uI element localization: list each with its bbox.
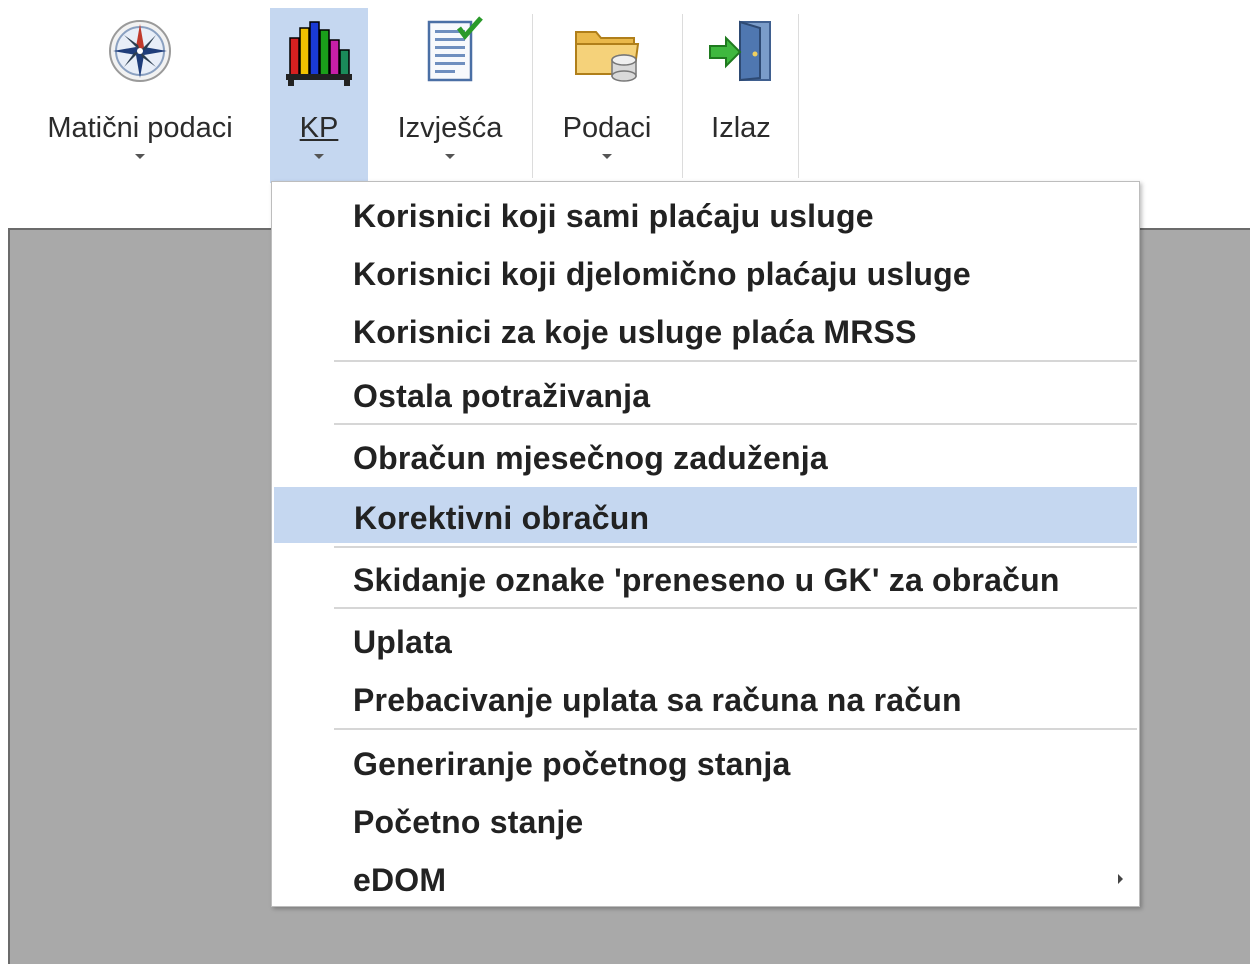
izvjesca-label: Izvješća	[397, 112, 503, 144]
menu-item-label: Korisnici koji djelomično plaćaju usluge	[353, 256, 971, 292]
menu-item-ostala-potrazivanja[interactable]: Ostala potraživanja	[274, 366, 1137, 422]
menu-separator	[334, 728, 1137, 730]
ribbon-separator	[682, 14, 683, 178]
menu-item-korisnici-djelomicno[interactable]: Korisnici koji djelomično plaćaju usluge	[274, 244, 1137, 300]
menu-item-label: Korisnici za koje usluge plaća MRSS	[353, 314, 917, 350]
menu-item-label: Uplata	[353, 624, 452, 660]
menu-item-skidanje-oznake[interactable]: Skidanje oznake 'preneseno u GK' za obra…	[274, 550, 1137, 606]
menu-item-korisnici-mrss[interactable]: Korisnici za koje usluge plaća MRSS	[274, 302, 1137, 358]
maticni-podaci-button[interactable]: Matični podaci	[30, 8, 250, 178]
chevron-down-icon	[135, 154, 145, 159]
menu-item-pocetno-stanje[interactable]: Početno stanje	[274, 792, 1137, 848]
menu-item-obracun-zaduzenja[interactable]: Obračun mjesečnog zaduženja	[274, 428, 1137, 484]
ribbon-separator	[532, 14, 533, 178]
menu-item-edom[interactable]: eDOM	[274, 850, 1137, 906]
menu-separator	[334, 546, 1137, 548]
kp-label: KP	[299, 112, 339, 144]
report-icon	[427, 16, 483, 82]
menu-item-label: eDOM	[353, 862, 447, 898]
menu-separator	[334, 607, 1137, 609]
menu-item-label: Obračun mjesečnog zaduženja	[353, 440, 828, 476]
compass-icon	[109, 20, 171, 82]
folder-database-icon	[575, 31, 640, 82]
menu-item-label: Skidanje oznake 'preneseno u GK' za obra…	[353, 562, 1060, 598]
izlaz-label: Izlaz	[711, 112, 771, 144]
kp-button[interactable]: KP	[270, 8, 368, 183]
chevron-down-icon	[314, 154, 324, 159]
izvjesca-button[interactable]: Izvješća	[390, 8, 510, 178]
submenu-arrow-icon	[1118, 874, 1123, 884]
menu-item-label: Korektivni obračun	[354, 500, 650, 536]
maticni-podaci-label: Matični podaci	[47, 112, 233, 144]
menu-separator	[334, 360, 1137, 362]
bar-chart-icon	[286, 21, 352, 86]
menu-separator	[334, 423, 1137, 425]
menu-item-prebacivanje-uplata[interactable]: Prebacivanje uplata sa računa na račun	[274, 670, 1137, 726]
menu-item-korisnici-sami[interactable]: Korisnici koji sami plaćaju usluge	[274, 186, 1137, 242]
menu-item-korektivni-obracun[interactable]: Korektivni obračun	[274, 487, 1137, 543]
exit-door-icon	[709, 20, 771, 82]
menu-item-label: Generiranje početnog stanja	[353, 746, 791, 782]
podaci-label: Podaci	[562, 112, 652, 144]
podaci-button[interactable]: Podaci	[548, 8, 666, 178]
menu-item-generiranje-stanja[interactable]: Generiranje početnog stanja	[274, 734, 1137, 790]
chevron-down-icon	[445, 154, 455, 159]
ribbon-separator	[798, 14, 799, 178]
menu-item-label: Ostala potraživanja	[353, 378, 651, 414]
menu-item-uplata[interactable]: Uplata	[274, 612, 1137, 668]
kp-dropdown-menu: Korisnici koji sami plaćaju usluge Koris…	[271, 181, 1140, 907]
izlaz-button[interactable]: Izlaz	[692, 8, 790, 178]
menu-item-label: Početno stanje	[353, 804, 584, 840]
menu-item-label: Prebacivanje uplata sa računa na račun	[353, 682, 962, 718]
menu-item-label: Korisnici koji sami plaćaju usluge	[353, 198, 874, 234]
chevron-down-icon	[602, 154, 612, 159]
